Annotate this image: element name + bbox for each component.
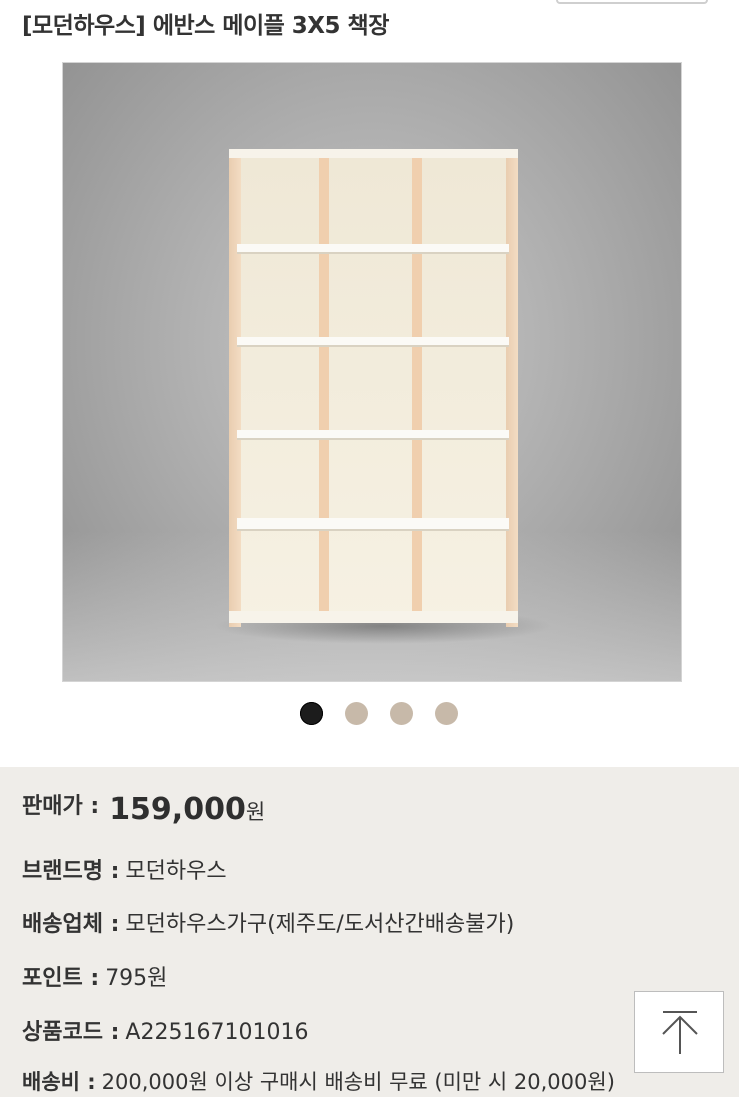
bookshelf-divider-2: [412, 158, 422, 618]
bookshelf-shelf-3: [237, 430, 509, 439]
product-code-value: A225167101016: [125, 1020, 309, 1045]
shipping-fee-value: 200,000원 이상 구매시 배송비 무료 (미만 시 20,000원): [101, 1070, 615, 1094]
points-row: 포인트 :795원: [22, 960, 167, 992]
bookshelf-shelf-edge-3: [237, 438, 509, 440]
bookshelf-shelf-edge-4: [237, 529, 509, 531]
shipper-value: 모던하우스가구(제주도/도서산간배송불가): [125, 912, 515, 937]
bookshelf-illustration: [229, 149, 518, 627]
bookshelf-bottom-board: [229, 611, 518, 623]
bookshelf-top-board: [229, 149, 518, 158]
gallery-dot-3[interactable]: [390, 702, 413, 725]
arrow-up-to-line-icon: [662, 1011, 698, 1054]
bookshelf-shelf-edge-2: [237, 345, 509, 347]
shipping-fee-row: 배송비 :200,000원 이상 구매시 배송비 무료 (미만 시 20,000…: [22, 1066, 615, 1096]
brand-row: 브랜드명 : 모던하우스: [22, 853, 227, 885]
product-title: [모던하우스] 에반스 메이플 3X5 책장: [22, 13, 389, 39]
price-label: 판매가 :: [22, 794, 100, 819]
points-value: 795원: [105, 966, 168, 991]
top-tab-edge: [556, 0, 708, 4]
points-label: 포인트 :: [22, 966, 100, 991]
bookshelf-shelf-edge-1: [237, 252, 509, 254]
bookshelf-left-side: [229, 149, 241, 627]
product-code-label: 상품코드 :: [22, 1020, 120, 1045]
bookshelf-shelf-2: [237, 337, 509, 346]
bookshelf-shelf-4: [237, 518, 509, 530]
price-value: 159,000: [109, 792, 246, 827]
gallery-dot-1[interactable]: [300, 702, 323, 725]
price-row: 판매가 : 159,000원: [22, 788, 265, 827]
bookshelf-shelf-1: [237, 244, 509, 253]
gallery-dot-4[interactable]: [435, 702, 458, 725]
product-image[interactable]: [62, 62, 682, 682]
scroll-to-top-button[interactable]: [634, 991, 724, 1073]
product-code-row: 상품코드 : A225167101016: [22, 1014, 308, 1046]
price-unit: 원: [245, 800, 266, 824]
shipping-fee-label: 배송비 :: [22, 1070, 96, 1094]
shipper-label: 배송업체 :: [22, 912, 120, 937]
bookshelf-right-side: [506, 149, 518, 627]
brand-label: 브랜드명 :: [22, 859, 120, 884]
bookshelf-divider-1: [319, 158, 329, 618]
brand-value: 모던하우스: [125, 859, 227, 884]
bookshelf-back-panel: [238, 157, 510, 622]
gallery-dot-2[interactable]: [345, 702, 368, 725]
shipper-row: 배송업체 : 모던하우스가구(제주도/도서산간배송불가): [22, 906, 514, 938]
